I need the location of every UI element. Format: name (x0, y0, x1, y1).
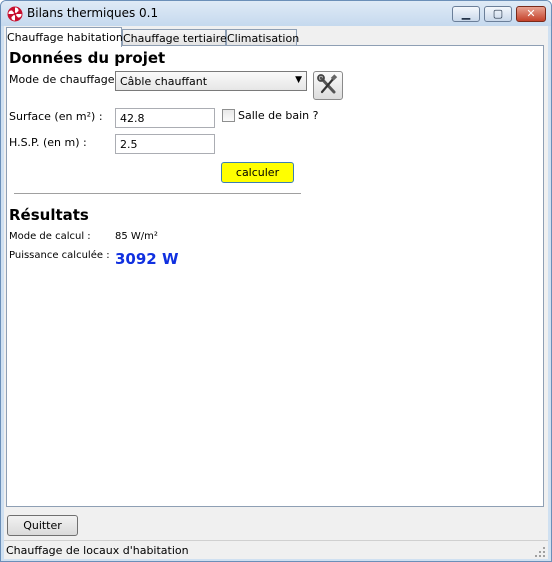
tab-panel: Données du projet Mode de chauffage : Câ… (6, 45, 544, 507)
close-button[interactable]: ✕ (516, 6, 546, 22)
salle-de-bain-checkbox[interactable] (222, 109, 235, 122)
maximize-icon: ▢ (492, 7, 504, 20)
hsp-label: H.S.P. (en m) : (9, 136, 87, 149)
divider (14, 193, 301, 194)
fan-icon (7, 6, 23, 22)
app-window: Bilans thermiques 0.1 ▁ ▢ ✕ Chauffage ha… (0, 0, 552, 562)
surface-value: 42.8 (120, 112, 145, 125)
tab-climatisation[interactable]: Climatisation (226, 29, 299, 46)
minimize-button[interactable]: ▁ (452, 6, 480, 22)
salle-de-bain-label: Salle de bain ? (238, 109, 319, 122)
maximize-button[interactable]: ▢ (484, 6, 512, 22)
window-title: Bilans thermiques 0.1 (27, 6, 159, 20)
tools-icon (317, 74, 338, 94)
hsp-input[interactable]: 2.5 (115, 134, 215, 154)
minimize-icon: ▁ (461, 7, 471, 20)
status-bar: Chauffage de locaux d'habitation (4, 540, 548, 559)
mode-calcul-value: 85 W/m² (115, 231, 158, 242)
mode-label: Mode de chauffage : (9, 73, 122, 86)
mode-calcul-label: Mode de calcul : (9, 231, 91, 242)
status-text: Chauffage de locaux d'habitation (6, 544, 189, 557)
mode-select-value: Câble chauffant (120, 75, 208, 88)
tab-chauffage-tertiaire[interactable]: Chauffage tertiaire (122, 29, 227, 46)
puissance-label: Puissance calculée : (9, 250, 110, 261)
tools-button[interactable] (313, 71, 343, 100)
title-bar[interactable]: Bilans thermiques 0.1 ▁ ▢ ✕ (1, 1, 551, 26)
tab-chauffage-habitation[interactable]: Chauffage habitation (6, 27, 123, 47)
client-area: Chauffage habitation Chauffage tertiaire… (4, 26, 548, 559)
hsp-value: 2.5 (120, 138, 138, 151)
project-heading: Données du projet (9, 49, 166, 67)
resize-grip-icon[interactable] (534, 546, 546, 558)
results-heading: Résultats (9, 206, 89, 224)
chevron-down-icon: ▼ (295, 75, 302, 85)
surface-label: Surface (en m²) : (9, 110, 103, 123)
close-icon: ✕ (526, 7, 536, 20)
mode-select[interactable]: Câble chauffant ▼ (115, 71, 307, 91)
puissance-value: 3092 W (115, 250, 179, 268)
calculer-button[interactable]: calculer (221, 162, 294, 183)
quit-button[interactable]: Quitter (7, 515, 78, 536)
surface-input[interactable]: 42.8 (115, 108, 215, 128)
